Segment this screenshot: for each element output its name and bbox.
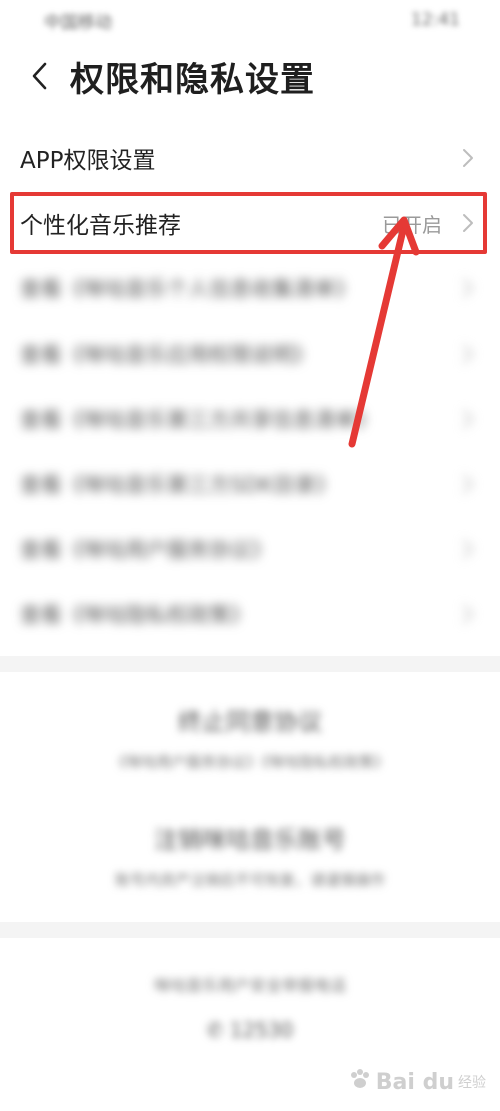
terminate-agreement-button[interactable]: 终止同意协议 《咪咕用户服务协议》《咪咕隐私权政策》	[0, 702, 500, 772]
watermark-brand: Bai du	[375, 1069, 454, 1095]
app-permission-label: APP权限设置	[20, 148, 156, 174]
phone-icon: ✆	[206, 1018, 224, 1042]
security-hotline: 咪咕音乐用户安全举报电话 ✆ 12530	[0, 972, 500, 1042]
terminate-agreement-title: 终止同意协议	[178, 708, 322, 736]
cancel-account-title: 注销咪咕音乐账号	[154, 826, 346, 854]
time-label: 12:41	[411, 10, 460, 30]
page-title: 权限和隐私设置	[70, 60, 315, 100]
hotline-label: 咪咕音乐用户安全举报电话	[153, 976, 346, 995]
chevron-right-icon	[463, 410, 473, 428]
chevron-right-icon	[463, 345, 473, 363]
list-item-label: 查看《咪咕音乐个人信息收集清单》	[20, 277, 356, 301]
list-item-label: 查看《咪咕音乐应用权限说明》	[20, 343, 314, 367]
status-bar: 中国移动 12:41	[0, 0, 500, 40]
list-item[interactable]: 查看《咪咕用户服务协议》	[0, 517, 500, 581]
chevron-left-icon	[32, 62, 47, 90]
list-item-label: 查看《咪咕音乐第三方SDK目录》	[20, 473, 337, 497]
paw-icon	[348, 1067, 372, 1097]
chevron-right-icon	[463, 475, 473, 493]
section-divider	[0, 656, 500, 672]
chevron-right-icon	[463, 149, 473, 167]
list-item[interactable]: 查看《咪咕隐私权政策》	[0, 582, 500, 646]
cancel-account-subtitle: 账号内资产注销后不可恢复，请谨慎操作	[114, 871, 385, 889]
highlight-box	[10, 192, 487, 254]
section-divider	[0, 922, 500, 938]
chevron-right-icon	[463, 279, 473, 297]
watermark-sub: 经验	[458, 1075, 486, 1091]
chevron-right-icon	[463, 540, 473, 558]
hotline-number-row[interactable]: ✆ 12530	[0, 1018, 500, 1042]
title-bar: 权限和隐私设置	[0, 44, 500, 108]
back-button[interactable]	[22, 54, 58, 98]
list-item-label: 查看《咪咕隐私权政策》	[20, 603, 251, 627]
chevron-right-icon	[463, 605, 473, 623]
hotline-number: 12530	[229, 1018, 294, 1042]
list-item[interactable]: 查看《咪咕音乐第三方共享信息清单》	[0, 387, 500, 451]
list-item-label: 查看《咪咕用户服务协议》	[20, 538, 272, 562]
list-item-label: 查看《咪咕音乐第三方共享信息清单》	[20, 408, 377, 432]
app-permission-row[interactable]: APP权限设置	[0, 126, 500, 190]
list-item[interactable]: 查看《咪咕音乐应用权限说明》	[0, 322, 500, 386]
cancel-account-button[interactable]: 注销咪咕音乐账号 账号内资产注销后不可恢复，请谨慎操作	[0, 820, 500, 890]
terminate-agreement-subtitle: 《咪咕用户服务协议》《咪咕隐私权政策》	[111, 753, 389, 771]
carrier-label: 中国移动	[44, 12, 112, 33]
list-item[interactable]: 查看《咪咕音乐个人信息收集清单》	[0, 256, 500, 320]
baidu-watermark: Bai du 经验	[348, 1067, 486, 1097]
list-item[interactable]: 查看《咪咕音乐第三方SDK目录》	[0, 452, 500, 516]
